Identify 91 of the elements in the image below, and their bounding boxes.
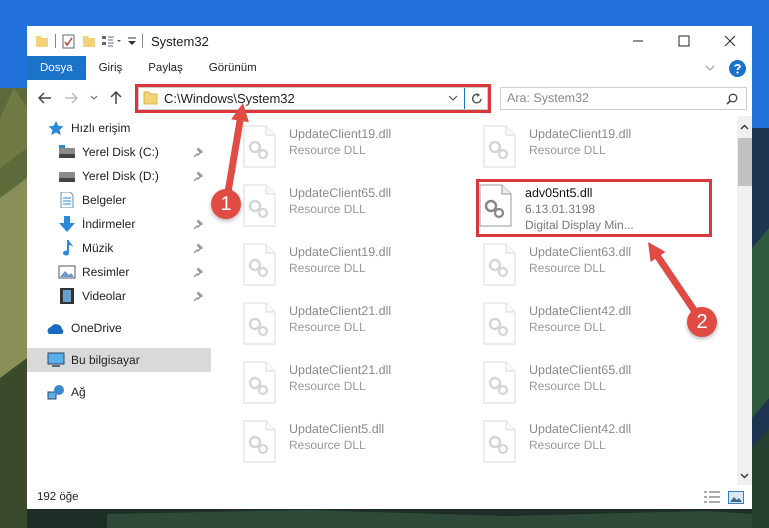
dropdown-icon[interactable]: [448, 95, 458, 101]
file-name: UpdateClient5.dll: [289, 422, 384, 436]
file-detail: Resource DLL: [289, 202, 367, 216]
details-view-icon[interactable]: [704, 491, 720, 503]
refresh-icon[interactable]: [471, 92, 483, 104]
file-name: UpdateClient65.dll: [289, 186, 392, 200]
file-detail: Resource DLL: [289, 261, 367, 275]
view-options-icon[interactable]: [102, 35, 122, 47]
sidebar-item[interactable]: Belgeler: [27, 188, 211, 212]
file-detail: Digital Display Min...: [525, 218, 634, 232]
file-detail: Resource DLL: [529, 143, 607, 157]
sidebar-item[interactable]: Bu bilgisayar: [27, 348, 211, 372]
ribbon-tab[interactable]: Görünüm: [196, 56, 270, 80]
back-arrow-icon[interactable]: [38, 92, 52, 104]
file-detail: Resource DLL: [289, 438, 367, 452]
dll-file-icon: [483, 243, 516, 286]
file-detail: Resource DLL: [289, 379, 367, 393]
dll-file-icon: [243, 125, 276, 168]
large-icons-view-icon[interactable]: [728, 490, 744, 504]
ribbon-tab[interactable]: Paylaş: [135, 56, 196, 80]
file-name: UpdateClient19.dll: [289, 245, 392, 259]
close-icon[interactable]: [724, 35, 736, 47]
help-icon[interactable]: [729, 60, 746, 76]
dll-file-icon: [483, 125, 516, 168]
file-detail: Resource DLL: [289, 143, 367, 157]
sidebar-item[interactable]: İndirmeler: [27, 212, 211, 236]
file-detail: Resource DLL: [529, 438, 607, 452]
sidebar-item[interactable]: Videolar: [27, 284, 211, 308]
pin-icon[interactable]: [193, 171, 203, 181]
folder-icon: [143, 91, 158, 105]
ribbon-tab[interactable]: Dosya: [27, 56, 86, 80]
file-name: UpdateClient19.dll: [289, 127, 392, 141]
file-name: UpdateClient42.dll: [529, 422, 632, 436]
window-title: System32: [151, 34, 209, 48]
file-name: UpdateClient21.dll: [289, 363, 392, 377]
file-item[interactable]: adv05nt5.dll 6.13.01.3198 Digital Display Min...: [479, 182, 709, 234]
recent-locations-icon[interactable]: [90, 95, 98, 101]
file-name: UpdateClient42.dll: [529, 304, 632, 318]
pin-icon[interactable]: [193, 219, 203, 229]
file-detail: Resource DLL: [529, 379, 607, 393]
sidebar-item-icon: [58, 144, 76, 160]
scroll-up-icon[interactable]: [740, 124, 749, 130]
dll-file-icon: [243, 302, 276, 345]
sidebar-item[interactable]: Yerel Disk (C:): [27, 140, 211, 164]
sidebar-item[interactable]: Hızlı erişim: [27, 116, 211, 140]
pin-icon[interactable]: [193, 267, 203, 277]
annotation-arrow: [648, 242, 698, 312]
pin-icon[interactable]: [193, 147, 203, 157]
search-field[interactable]: Ara: System32: [500, 86, 747, 110]
pin-icon[interactable]: [193, 291, 203, 301]
file-name: UpdateClient65.dll: [529, 363, 632, 377]
dll-file-icon: [479, 184, 512, 227]
scrollbar-thumb[interactable]: [738, 138, 752, 186]
chevron-down-icon[interactable]: [705, 65, 715, 71]
file-detail: Resource DLL: [289, 320, 367, 334]
maximize-icon[interactable]: [678, 35, 690, 47]
dll-file-icon: [243, 184, 276, 227]
sidebar-item[interactable]: Resimler: [27, 260, 211, 284]
address-path: C:\Windows\System32: [164, 90, 296, 106]
file-detail: Resource DLL: [529, 261, 607, 275]
file-detail: 6.13.01.3198: [525, 202, 596, 216]
customize-toolbar-icon[interactable]: [128, 36, 136, 46]
sidebar-item[interactable]: OneDrive: [27, 316, 211, 340]
sidebar-item-icon: [58, 216, 76, 232]
sidebar-item[interactable]: Yerel Disk (D:): [27, 164, 211, 188]
sidebar-item[interactable]: Müzik: [27, 236, 211, 260]
scroll-down-icon[interactable]: [740, 473, 749, 479]
ribbon-tab[interactable]: Giriş: [86, 56, 136, 80]
up-arrow-icon[interactable]: [110, 91, 122, 105]
dll-file-icon: [483, 302, 516, 345]
file-name: UpdateClient63.dll: [529, 245, 632, 259]
sidebar-item-icon: [58, 264, 76, 280]
item-count: 192 öğe: [37, 491, 79, 503]
dll-file-icon: [483, 420, 516, 463]
dll-file-icon: [243, 361, 276, 404]
file-name: UpdateClient21.dll: [289, 304, 392, 318]
dll-file-icon: [483, 361, 516, 404]
sidebar-item-icon: [47, 384, 65, 400]
properties-icon[interactable]: [62, 34, 76, 48]
dll-file-icon: [243, 243, 276, 286]
file-detail: Resource DLL: [529, 320, 607, 334]
pin-icon[interactable]: [193, 243, 203, 253]
sidebar-item-icon: [58, 288, 76, 304]
sidebar-item-icon: [58, 192, 76, 208]
sidebar-item-icon: [47, 352, 65, 368]
file-name: UpdateClient19.dll: [529, 127, 632, 141]
file-name: adv05nt5.dll: [525, 186, 594, 200]
sidebar-item[interactable]: Ağ: [27, 380, 211, 404]
sidebar-item-icon: [47, 120, 65, 136]
dll-file-icon: [243, 420, 276, 463]
search-icon[interactable]: [726, 92, 738, 104]
